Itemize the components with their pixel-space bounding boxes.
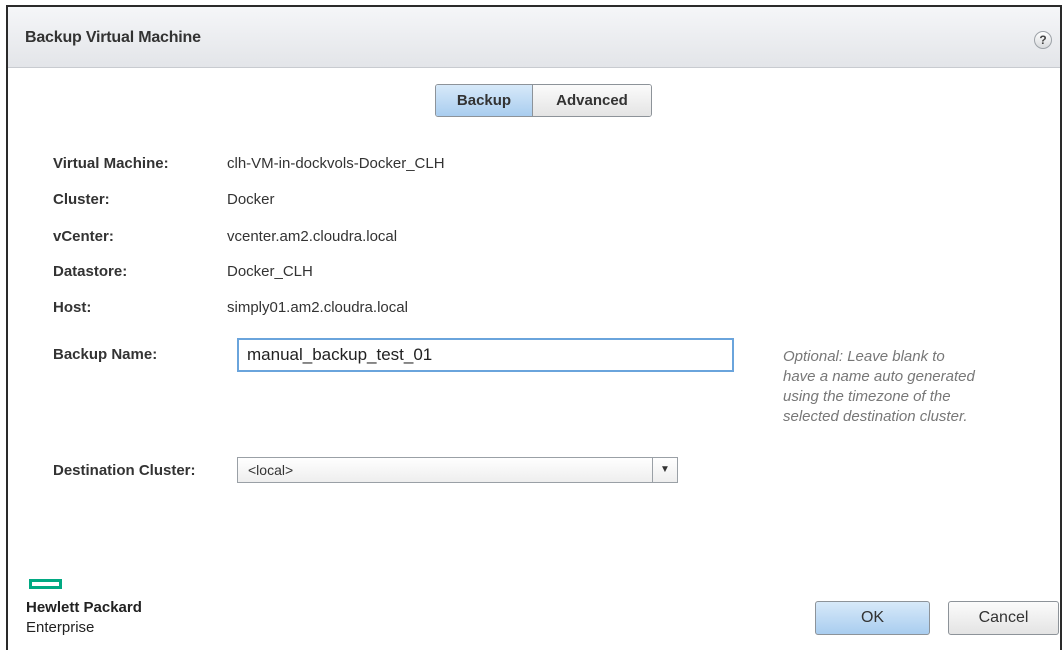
host-value: simply01.am2.cloudra.local	[227, 299, 408, 316]
brand-name-line1: Hewlett Packard	[26, 599, 142, 616]
dialog-title: Backup Virtual Machine	[25, 29, 201, 46]
datastore-label: Datastore:	[53, 263, 128, 280]
virtual-machine-value: clh-VM-in-dockvols-Docker_CLH	[227, 155, 445, 172]
tab-advanced[interactable]: Advanced	[533, 85, 651, 116]
datastore-value: Docker_CLH	[227, 263, 313, 280]
destination-cluster-value: <local>	[248, 462, 294, 478]
chevron-down-icon[interactable]: ▼	[652, 458, 677, 482]
backup-name-label: Backup Name:	[53, 346, 158, 363]
tab-backup[interactable]: Backup	[436, 85, 533, 116]
backup-name-input[interactable]	[237, 338, 734, 372]
vcenter-label: vCenter:	[53, 228, 114, 245]
ok-button[interactable]: OK	[815, 601, 930, 635]
vcenter-value: vcenter.am2.cloudra.local	[227, 228, 398, 245]
destination-cluster-select[interactable]: <local> ▼	[237, 457, 678, 483]
brand-name-line2: Enterprise	[26, 619, 95, 636]
help-icon[interactable]: ?	[1034, 31, 1052, 49]
hint-line: using the timezone of the	[783, 388, 951, 405]
destination-cluster-label: Destination Cluster:	[53, 462, 196, 479]
hpe-logo-icon	[29, 579, 62, 589]
hint-line: Optional: Leave blank to	[783, 348, 945, 365]
dialog-titlebar: Backup Virtual Machine ?	[8, 7, 1060, 68]
host-label: Host:	[53, 299, 92, 316]
backup-name-hint: Optional: Leave blank to have a name aut…	[783, 347, 1043, 427]
hint-line: selected destination cluster.	[783, 408, 968, 425]
cluster-label: Cluster:	[53, 191, 110, 208]
virtual-machine-label: Virtual Machine:	[53, 155, 169, 172]
backup-dialog: Backup Virtual Machine ? Backup Advanced…	[6, 5, 1062, 650]
cancel-button[interactable]: Cancel	[948, 601, 1059, 635]
cluster-value: Docker	[227, 191, 275, 208]
tab-group: Backup Advanced	[435, 84, 652, 117]
hint-line: have a name auto generated	[783, 368, 975, 385]
